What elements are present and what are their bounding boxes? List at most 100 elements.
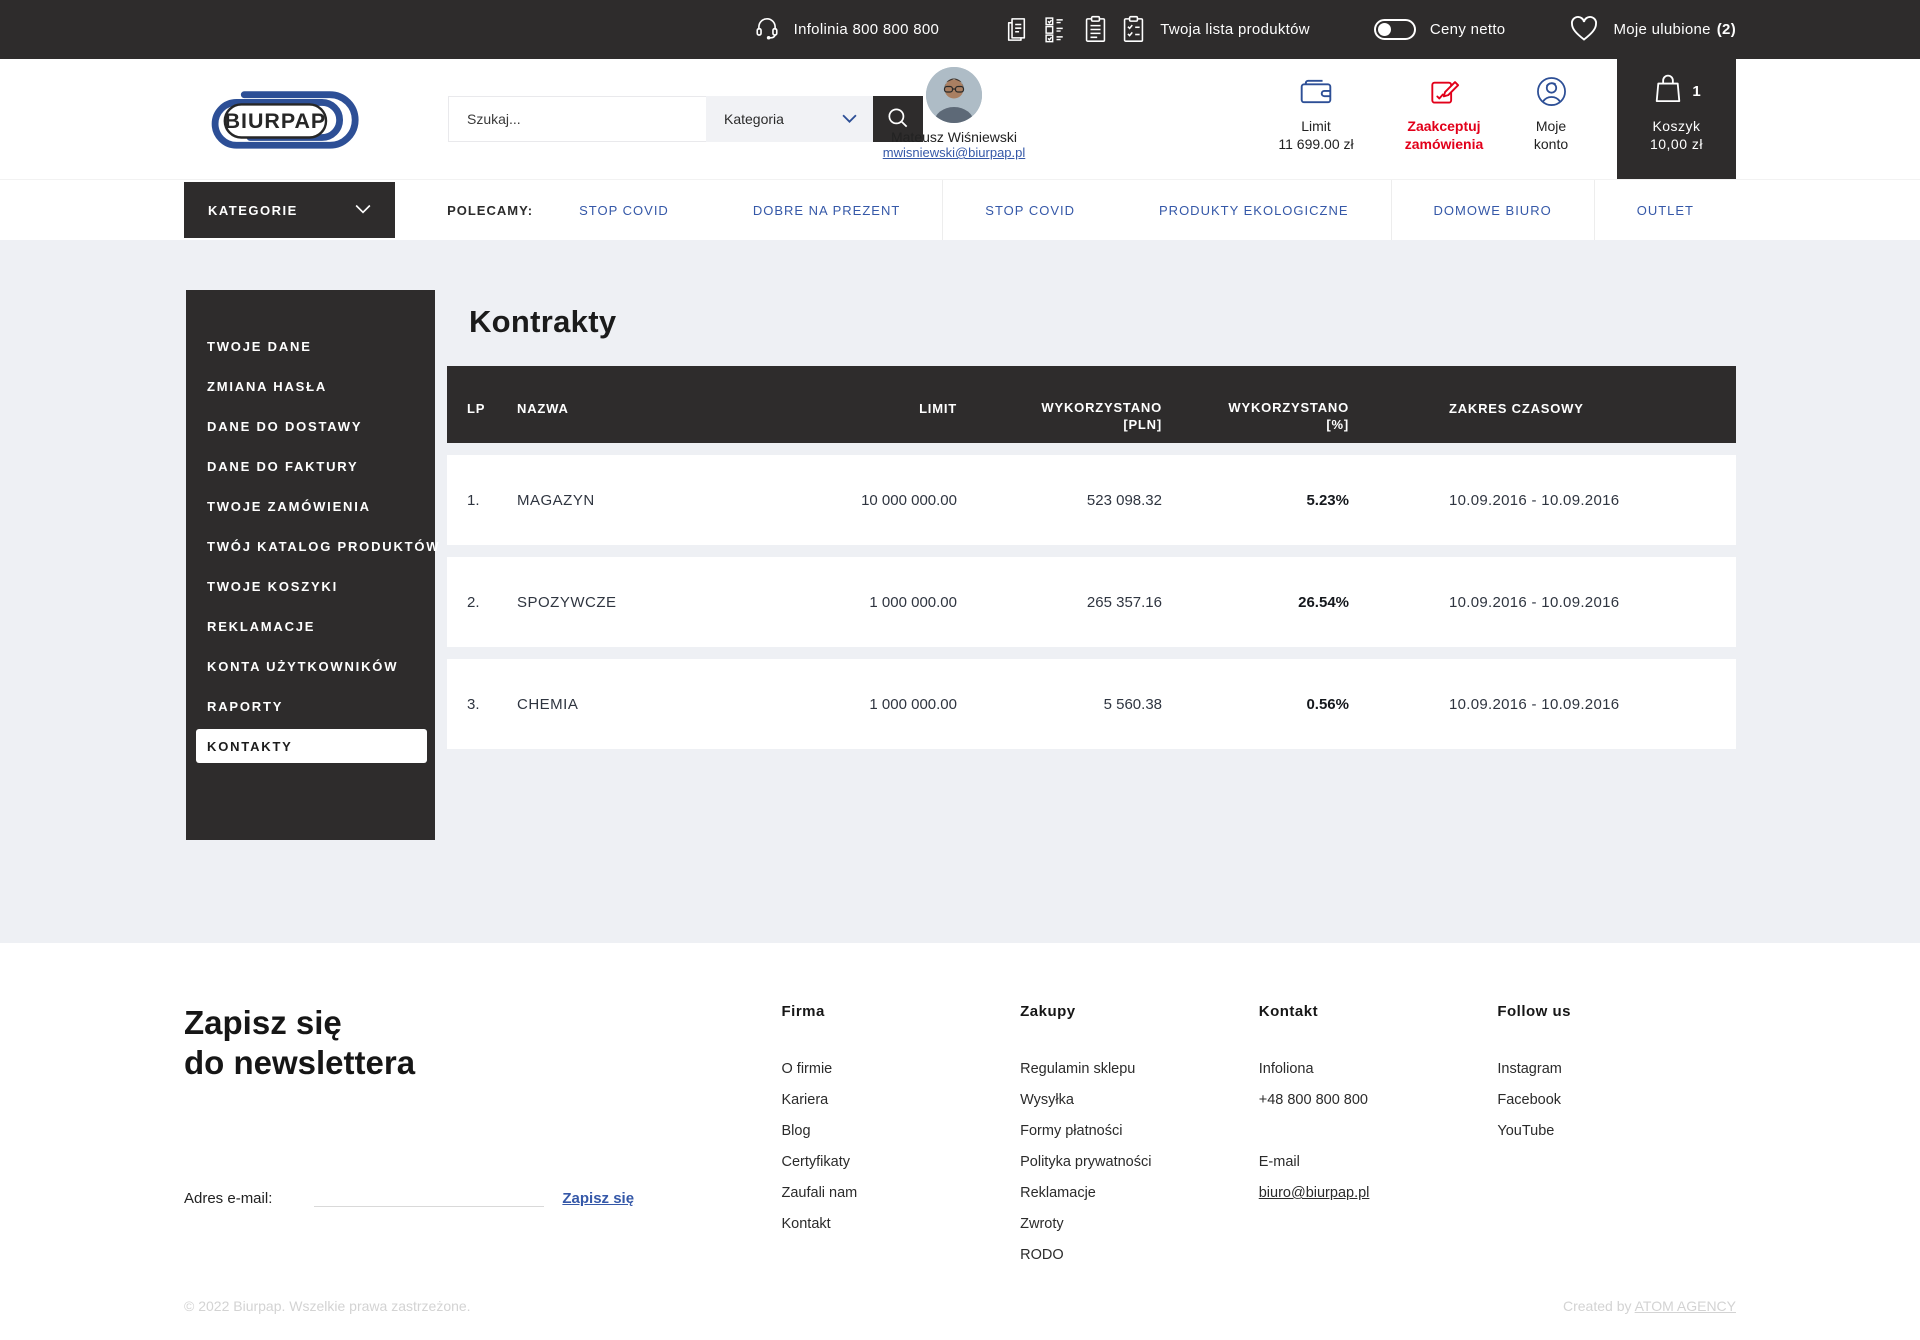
accept-orders-line2: zamówienia <box>1405 135 1484 153</box>
favorites-count: (2) <box>1717 21 1736 38</box>
cell-zakres: 10.09.2016 - 10.09.2016 <box>1349 492 1716 509</box>
my-account[interactable]: Moje konto <box>1481 59 1621 179</box>
user-name: Mateusz Wiśniewski <box>891 129 1017 145</box>
sidebar-item-reklamacje[interactable]: REKLAMACJE <box>186 606 435 646</box>
footer-link-certyfikaty[interactable]: Certyfikaty <box>781 1147 1020 1178</box>
footer-link-o-firmie[interactable]: O firmie <box>781 1054 1020 1085</box>
footer-infoline-label: Infoliona <box>1259 1054 1498 1085</box>
my-account-line1: Moje <box>1534 117 1568 135</box>
copyright-text: © 2022 Biurpap. Wszelkie prawa zastrzeżo… <box>184 1298 471 1314</box>
cart-button[interactable]: 1 Koszyk 10,00 zł <box>1617 59 1736 179</box>
agency-link[interactable]: ATOM AGENCY <box>1635 1298 1736 1314</box>
footer-col-title: Follow us <box>1497 1003 1736 1020</box>
cell-lp: 3. <box>467 696 517 713</box>
col-zakres-czasowy: ZAKRES CZASOWY <box>1349 366 1716 443</box>
nav-link-domowe-biuro[interactable]: DOMOWE BIURO <box>1391 180 1594 240</box>
nav-link-outlet[interactable]: OUTLET <box>1594 180 1736 240</box>
cell-wykorzystano-pln: 265 357.16 <box>957 594 1162 611</box>
footer-link-reklamacje[interactable]: Reklamacje <box>1020 1178 1259 1209</box>
nav-link-dobre-na-prezent[interactable]: DOBRE NA PREZENT <box>711 180 942 240</box>
categories-menu-button[interactable]: KATEGORIE <box>184 182 395 238</box>
nav-link-stop-covid-1[interactable]: STOP COVID <box>537 180 711 240</box>
limit-label: Limit <box>1301 117 1331 135</box>
svg-text:BIURPAP: BIURPAP <box>225 109 326 133</box>
footer-link-instagram[interactable]: Instagram <box>1497 1054 1736 1085</box>
user-avatar[interactable] <box>926 67 982 123</box>
checklist-icon[interactable] <box>1043 15 1070 44</box>
cell-wykorzystano-pct: 26.54% <box>1162 594 1349 611</box>
footer-email-link[interactable]: biuro@biurpap.pl <box>1259 1178 1498 1209</box>
contracts-table-header: LP NAZWA LIMIT WYKORZYSTANO[PLN] WYKORZY… <box>447 366 1736 443</box>
main-header: BIURPAP Kategoria <box>0 59 1920 179</box>
created-by: Created by ATOM AGENCY <box>1563 1298 1736 1314</box>
col-lp: LP <box>467 366 517 443</box>
cell-limit: 1 000 000.00 <box>777 696 957 713</box>
favorites[interactable]: Moje ulubione (2) <box>1569 14 1736 46</box>
footer-link-regulamin[interactable]: Regulamin sklepu <box>1020 1054 1259 1085</box>
newsletter-title-line2: do newslettera <box>184 1043 781 1083</box>
net-prices-label: Ceny netto <box>1430 21 1506 38</box>
sidebar-item-raporty[interactable]: RAPORTY <box>186 686 435 726</box>
cell-wykorzystano-pct: 5.23% <box>1162 492 1349 509</box>
footer-link-polityka[interactable]: Polityka prywatności <box>1020 1147 1259 1178</box>
footer-link-rodo[interactable]: RODO <box>1020 1240 1259 1271</box>
favorites-label[interactable]: Moje ulubione <box>1613 21 1710 38</box>
biurpap-logo[interactable]: BIURPAP <box>206 83 374 160</box>
nav-link-stop-covid-2[interactable]: STOP COVID <box>942 180 1117 240</box>
nav-link-produkty-ekologiczne[interactable]: PRODUKTY EKOLOGICZNE <box>1117 180 1391 240</box>
heart-icon[interactable] <box>1569 14 1599 46</box>
newsletter-block: Zapisz się do newslettera Adres e-mail: … <box>184 1003 781 1340</box>
sidebar-item-twoj-katalog-produktow[interactable]: TWÓJ KATALOG PRODUKTÓW <box>186 526 435 566</box>
newsletter-signup-link[interactable]: Zapisz się <box>562 1190 634 1207</box>
cell-lp: 2. <box>467 594 517 611</box>
footer-col-title: Zakupy <box>1020 1003 1259 1020</box>
footer: Zapisz się do newslettera Adres e-mail: … <box>0 943 1920 1340</box>
product-list-label[interactable]: Twoja lista produktów <box>1160 21 1310 38</box>
footer-link-zaufali-nam[interactable]: Zaufali nam <box>781 1178 1020 1209</box>
newsletter-email-input[interactable] <box>314 1187 544 1207</box>
account-sidebar: TWOJE DANE ZMIANA HASŁA DANE DO DOSTAWY … <box>186 290 435 840</box>
sidebar-item-twoje-dane[interactable]: TWOJE DANE <box>186 326 435 366</box>
categories-label: KATEGORIE <box>208 203 298 218</box>
sidebar-item-zmiana-hasla[interactable]: ZMIANA HASŁA <box>186 366 435 406</box>
footer-phone: +48 800 800 800 <box>1259 1085 1498 1116</box>
clipboard-lines-icon[interactable] <box>1083 15 1108 44</box>
footer-link-kariera[interactable]: Kariera <box>781 1085 1020 1116</box>
person-icon <box>1535 73 1568 109</box>
recommend-label: POLECAMY: <box>447 203 533 218</box>
footer-link-facebook[interactable]: Facebook <box>1497 1085 1736 1116</box>
footer-email-label: E-mail <box>1259 1147 1498 1178</box>
footer-link-wysylka[interactable]: Wysyłka <box>1020 1085 1259 1116</box>
footer-col-title: Kontakt <box>1259 1003 1498 1020</box>
clipboard-check-icon[interactable] <box>1121 15 1146 44</box>
shopping-bag-icon <box>1652 72 1684 111</box>
sidebar-item-dane-do-faktury[interactable]: DANE DO FAKTURY <box>186 446 435 486</box>
infoline-label: Infolinia 800 800 800 <box>794 21 940 38</box>
cart-label: Koszyk <box>1652 118 1700 134</box>
sidebar-item-twoje-koszyki[interactable]: TWOJE KOSZYKI <box>186 566 435 606</box>
documents-icon[interactable] <box>1003 15 1030 44</box>
net-prices-toggle[interactable] <box>1374 19 1416 40</box>
sidebar-item-kontakty-active[interactable]: KONTAKTY <box>196 729 427 763</box>
sidebar-item-konta-uzytkownikow[interactable]: KONTA UŻYTKOWNIKÓW <box>186 646 435 686</box>
footer-link-kontakt[interactable]: Kontakt <box>781 1209 1020 1240</box>
sidebar-item-twoje-zamowienia[interactable]: TWOJE ZAMÓWIENIA <box>186 486 435 526</box>
footer-link-zwroty[interactable]: Zwroty <box>1020 1209 1259 1240</box>
footer-link-blog[interactable]: Blog <box>781 1116 1020 1147</box>
infoline: Infolinia 800 800 800 <box>754 15 940 45</box>
user-email-link[interactable]: mwisniewski@biurpap.pl <box>883 145 1026 160</box>
cart-total: 10,00 zł <box>1650 136 1703 152</box>
table-row: 2. SPOZYWCZE 1 000 000.00 265 357.16 26.… <box>447 557 1736 647</box>
footer-link-formy-platnosci[interactable]: Formy płatności <box>1020 1116 1259 1147</box>
copyright-bar: © 2022 Biurpap. Wszelkie prawa zastrzeżo… <box>184 1298 1736 1314</box>
cell-wykorzystano-pln: 523 098.32 <box>957 492 1162 509</box>
cell-nazwa: SPOZYWCZE <box>517 594 777 611</box>
cart-count-badge: 1 <box>1692 83 1700 100</box>
search-input[interactable] <box>448 96 706 142</box>
sidebar-item-dane-do-dostawy[interactable]: DANE DO DOSTAWY <box>186 406 435 446</box>
cell-zakres: 10.09.2016 - 10.09.2016 <box>1349 594 1716 611</box>
wallet-icon <box>1298 73 1334 109</box>
headset-icon <box>754 15 780 45</box>
footer-link-youtube[interactable]: YouTube <box>1497 1116 1736 1147</box>
limit-value: 11 699.00 zł <box>1278 135 1353 153</box>
